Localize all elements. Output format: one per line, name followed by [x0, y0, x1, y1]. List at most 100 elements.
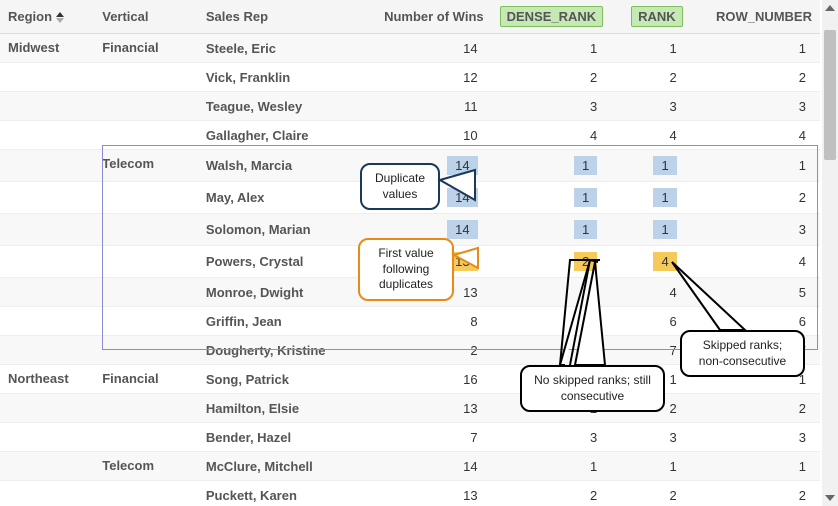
callout-no-skipped: No skipped ranks; still consecutive	[520, 365, 665, 412]
cell-dense-rank: 1	[492, 214, 612, 246]
cell-region: Midwest	[0, 34, 94, 63]
table-row[interactable]: Hamilton, Elsie13222	[0, 394, 820, 423]
cell-rank: 6	[611, 307, 690, 336]
cell-wins: 8	[355, 307, 492, 336]
cell-wins: 7	[355, 423, 492, 452]
cell-rank: 4	[611, 246, 690, 278]
cell-vertical	[94, 182, 198, 214]
cell-row-number: 2	[691, 394, 820, 423]
cell-vertical	[94, 214, 198, 246]
cell-wins: 13	[355, 481, 492, 506]
cell-dense-rank: 4	[492, 336, 612, 365]
cell-sales-rep: Gallagher, Claire	[198, 121, 355, 150]
cell-sales-rep: May, Alex	[198, 182, 355, 214]
cell-row-number: 2	[691, 481, 820, 506]
cell-rank: 7	[611, 336, 690, 365]
header-sales-rep[interactable]: Sales Rep	[198, 0, 355, 34]
cell-rank: 4	[611, 278, 690, 307]
callout-skipped: Skipped ranks; non-consecutive	[680, 330, 805, 377]
scroll-up-icon[interactable]	[822, 0, 838, 16]
cell-dense-rank: 1	[492, 34, 612, 63]
cell-row-number: 3	[691, 423, 820, 452]
header-row: Region Vertical Sales Rep Number of Wins…	[0, 0, 820, 34]
cell-dense-rank: 2	[492, 63, 612, 92]
cell-region	[0, 452, 94, 481]
cell-dense-rank: 2	[492, 481, 612, 506]
cell-dense-rank: 2	[492, 278, 612, 307]
cell-sales-rep: Song, Patrick	[198, 365, 355, 394]
cell-vertical	[94, 481, 198, 506]
cell-dense-rank: 3	[492, 423, 612, 452]
vertical-scrollbar[interactable]	[822, 0, 838, 506]
scroll-thumb[interactable]	[824, 30, 836, 160]
cell-region: Northeast	[0, 365, 94, 394]
cell-region	[0, 394, 94, 423]
sort-indicator-icon	[56, 12, 64, 23]
cell-vertical: Financial	[94, 34, 198, 63]
cell-rank: 1	[611, 182, 690, 214]
cell-sales-rep: Monroe, Dwight	[198, 278, 355, 307]
cell-vertical	[94, 92, 198, 121]
callout-first-following: First value following duplicates	[358, 238, 454, 301]
cell-region	[0, 278, 94, 307]
cell-sales-rep: Steele, Eric	[198, 34, 355, 63]
header-rank[interactable]: RANK	[611, 0, 690, 34]
cell-region	[0, 92, 94, 121]
cell-region	[0, 214, 94, 246]
cell-dense-rank: 4	[492, 121, 612, 150]
cell-wins: 14	[355, 34, 492, 63]
cell-rank: 1	[611, 452, 690, 481]
header-dense-rank[interactable]: DENSE_RANK	[492, 0, 612, 34]
cell-row-number: 3	[691, 92, 820, 121]
table-row[interactable]: Vick, Franklin12222	[0, 63, 820, 92]
cell-row-number: 2	[691, 63, 820, 92]
cell-rank: 4	[611, 121, 690, 150]
cell-sales-rep: Griffin, Jean	[198, 307, 355, 336]
header-region-label: Region	[8, 9, 52, 24]
table-row[interactable]: MidwestFinancialSteele, Eric14111	[0, 34, 820, 63]
cell-wins: 10	[355, 121, 492, 150]
cell-sales-rep: Hamilton, Elsie	[198, 394, 355, 423]
header-rank-label: RANK	[631, 6, 683, 27]
cell-rank: 2	[611, 481, 690, 506]
table-row[interactable]: Bender, Hazel7333	[0, 423, 820, 452]
table-row[interactable]: Teague, Wesley11333	[0, 92, 820, 121]
cell-sales-rep: Walsh, Marcia	[198, 150, 355, 182]
table-row[interactable]: TelecomMcClure, Mitchell14111	[0, 452, 820, 481]
cell-vertical	[94, 307, 198, 336]
cell-wins: 13	[355, 394, 492, 423]
cell-rank: 2	[611, 63, 690, 92]
cell-row-number: 1	[691, 452, 820, 481]
cell-sales-rep: Puckett, Karen	[198, 481, 355, 506]
cell-dense-rank: 3	[492, 307, 612, 336]
cell-region	[0, 481, 94, 506]
header-vertical[interactable]: Vertical	[94, 0, 198, 34]
cell-vertical	[94, 423, 198, 452]
cell-wins: 12	[355, 63, 492, 92]
cell-sales-rep: Solomon, Marian	[198, 214, 355, 246]
cell-vertical	[94, 121, 198, 150]
header-row-number[interactable]: ROW_NUMBER	[691, 0, 820, 34]
cell-sales-rep: Dougherty, Kristine	[198, 336, 355, 365]
cell-vertical: Financial	[94, 365, 198, 394]
cell-region	[0, 246, 94, 278]
header-dense-label: DENSE_RANK	[500, 6, 604, 27]
cell-vertical	[94, 336, 198, 365]
cell-region	[0, 423, 94, 452]
table-row[interactable]: Gallagher, Claire10444	[0, 121, 820, 150]
cell-region	[0, 182, 94, 214]
cell-vertical	[94, 63, 198, 92]
cell-sales-rep: Teague, Wesley	[198, 92, 355, 121]
header-wins[interactable]: Number of Wins	[355, 0, 492, 34]
cell-wins: 14	[355, 452, 492, 481]
cell-sales-rep: Vick, Franklin	[198, 63, 355, 92]
scroll-down-icon[interactable]	[822, 490, 838, 506]
table-row[interactable]: Puckett, Karen13222	[0, 481, 820, 506]
cell-dense-rank: 1	[492, 452, 612, 481]
cell-dense-rank: 1	[492, 150, 612, 182]
cell-row-number: 4	[691, 121, 820, 150]
header-region[interactable]: Region	[0, 0, 94, 34]
cell-region	[0, 121, 94, 150]
header-rep-label: Sales Rep	[206, 9, 268, 24]
cell-wins: 11	[355, 92, 492, 121]
